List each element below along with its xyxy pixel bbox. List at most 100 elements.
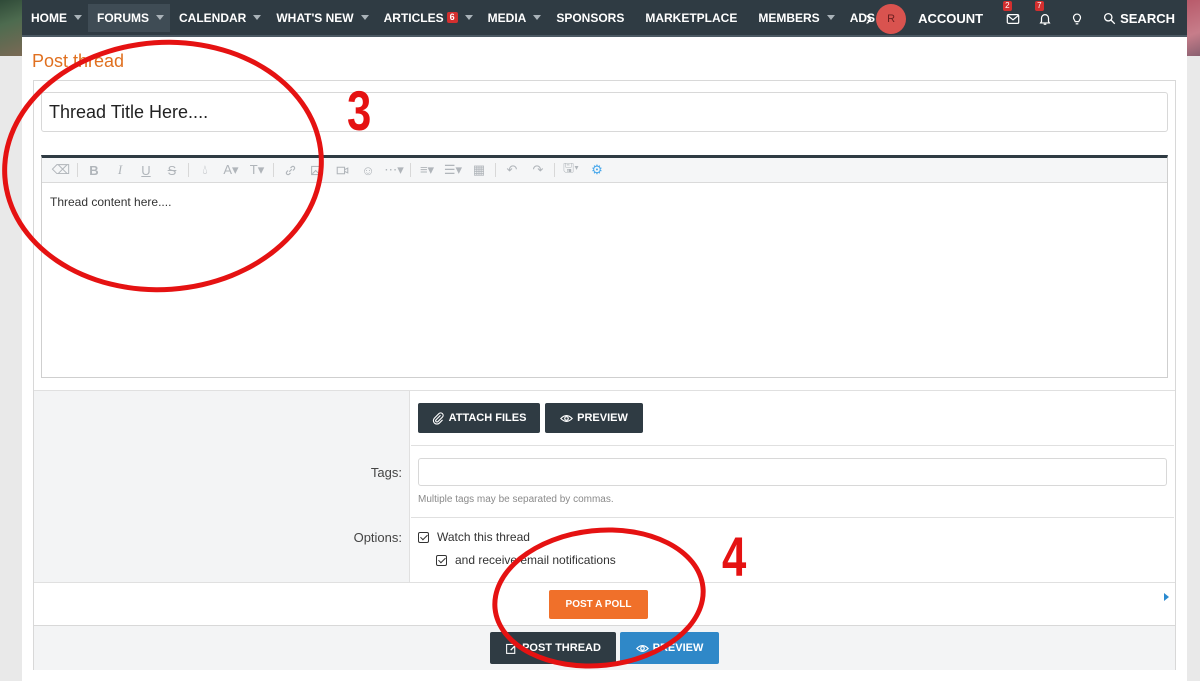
page-title: Post thread	[32, 51, 125, 71]
divider	[411, 445, 1174, 446]
options-label: Options:	[353, 530, 402, 545]
search-button[interactable]: SEARCH	[1103, 11, 1175, 26]
chevron-down-icon[interactable]	[360, 15, 369, 20]
alerts-button[interactable]: 7	[1035, 0, 1053, 27]
italic-icon[interactable]: I	[107, 160, 133, 180]
toolbar-separator	[188, 163, 189, 177]
link-icon[interactable]	[277, 160, 303, 180]
more-options-icon[interactable]: ⋯▾	[381, 160, 407, 180]
post-thread-form: Thread Title Here.... ⌫ B I U S 💧︎ A▾ T▾…	[33, 80, 1176, 670]
checkbox-checked-icon	[436, 554, 447, 566]
nav-label: FORUMS	[97, 10, 149, 25]
underline-icon[interactable]: U	[133, 160, 159, 180]
nav-home[interactable]: HOME	[22, 4, 88, 32]
chevron-down-icon[interactable]	[253, 15, 262, 20]
nav-whats-new[interactable]: WHAT'S NEW	[267, 4, 374, 32]
nav-label: WHAT'S NEW	[276, 10, 354, 25]
attach-files-button[interactable]: ATTACH FILES	[418, 403, 540, 433]
alerts-badge: 7	[1035, 0, 1044, 11]
toolbar-separator	[554, 163, 555, 177]
undo-icon[interactable]: ↶	[499, 160, 525, 180]
lightbulb-icon	[1073, 13, 1082, 24]
gear-icon[interactable]: ⚙︎	[584, 160, 610, 180]
nav-label: MEDIA	[487, 10, 527, 25]
tags-input[interactable]	[418, 458, 1167, 486]
nav-forums[interactable]: FORUMS	[88, 3, 170, 32]
nav-calendar[interactable]: CALENDAR	[170, 4, 267, 32]
nav-label: HOME	[31, 10, 67, 25]
video-glyph	[336, 166, 348, 174]
background-image	[0, 0, 22, 56]
account-link[interactable]: ACCOUNT	[918, 11, 983, 26]
font-size-icon[interactable]: T▾	[244, 160, 270, 180]
align-icon[interactable]: ≡▾	[414, 160, 440, 180]
email-notifications-checkbox[interactable]: and receive email notifications	[436, 553, 616, 567]
preview-button[interactable]: PREVIEW	[545, 403, 643, 433]
watch-thread-checkbox[interactable]: Watch this thread	[418, 530, 530, 544]
search-label: SEARCH	[1120, 11, 1175, 26]
eye-icon	[560, 414, 574, 422]
divider	[411, 517, 1174, 518]
thread-title-input[interactable]: Thread Title Here....	[41, 92, 1168, 132]
style-toggle-button[interactable]	[1069, 11, 1085, 27]
bold-icon[interactable]: B	[81, 160, 107, 180]
tags-label: Tags:	[370, 465, 402, 480]
chevron-down-icon[interactable]	[464, 15, 473, 20]
avatar[interactable]: R	[876, 3, 907, 34]
nav-marketplace[interactable]: MARKETPLACE	[636, 4, 749, 32]
nav-sponsors[interactable]: SPONSORS	[547, 4, 636, 32]
post-a-poll-button[interactable]: POST A POLL	[549, 590, 648, 619]
chevron-right-icon[interactable]: ›	[865, 9, 872, 29]
right-background-strip	[1187, 0, 1200, 681]
strikethrough-icon[interactable]: S	[159, 160, 185, 180]
nav-members[interactable]: MEMBERS	[749, 4, 840, 32]
chevron-down-icon[interactable]	[74, 15, 82, 20]
toolbar-separator	[410, 163, 411, 177]
articles-badge: 6	[446, 12, 458, 23]
edit-icon	[506, 643, 517, 654]
toolbar-separator	[495, 163, 496, 177]
background-image	[1187, 0, 1200, 56]
search-icon	[1104, 12, 1116, 25]
text-color-icon[interactable]: 💧︎	[192, 160, 218, 180]
nav-label: ARTICLES	[383, 10, 444, 25]
font-family-icon[interactable]: A▾	[218, 160, 244, 180]
nav-user-area: › R ACCOUNT 2 7 SEARCH	[863, 0, 1187, 37]
page-content: Post thread Thread Title Here.... ⌫ B I …	[22, 37, 1187, 681]
nav-label: MARKETPLACE	[645, 10, 738, 25]
rich-text-editor: ⌫ B I U S 💧︎ A▾ T▾ ☺︎ ⋯▾ ≡▾ ☰▾ ▦ ↶ ↷ 🖫︎▾…	[41, 155, 1168, 378]
nav-label: MEMBERS	[758, 10, 820, 25]
image-icon[interactable]	[303, 160, 329, 180]
table-icon[interactable]: ▦	[466, 160, 492, 180]
redo-icon[interactable]: ↷	[525, 160, 551, 180]
eraser-icon[interactable]: ⌫	[48, 160, 74, 180]
nav-label: CALENDAR	[179, 10, 247, 25]
editor-content[interactable]: Thread content here....	[42, 183, 1167, 221]
chevron-down-icon[interactable]	[533, 15, 542, 20]
label-column	[34, 391, 410, 583]
preview-submit-label: PREVIEW	[652, 642, 704, 654]
eye-icon	[635, 644, 649, 652]
preview-label: PREVIEW	[577, 412, 628, 424]
chevron-down-icon[interactable]	[826, 15, 835, 20]
drafts-icon[interactable]: 🖫︎▾	[558, 160, 584, 180]
watch-thread-label: Watch this thread	[437, 530, 530, 544]
left-background-strip	[0, 0, 22, 681]
caret-right-icon[interactable]	[1164, 593, 1169, 601]
checkbox-checked-icon	[418, 531, 429, 543]
preview-submit-button[interactable]: PREVIEW	[620, 632, 719, 664]
post-thread-button[interactable]: POST THREAD	[490, 632, 616, 664]
editor-toolbar: ⌫ B I U S 💧︎ A▾ T▾ ☺︎ ⋯▾ ≡▾ ☰▾ ▦ ↶ ↷ 🖫︎▾…	[42, 158, 1167, 183]
inbox-button[interactable]: 2	[1003, 0, 1021, 27]
nav-articles[interactable]: ARTICLES 6	[375, 4, 479, 32]
form-options: ATTACH FILES PREVIEW Tags: Multiple tags…	[34, 390, 1175, 583]
paperclip-icon	[432, 411, 444, 425]
toolbar-separator	[77, 163, 78, 177]
post-thread-label: POST THREAD	[522, 642, 601, 654]
smiley-icon[interactable]: ☺︎	[355, 160, 381, 180]
video-icon[interactable]	[329, 160, 355, 180]
nav-media[interactable]: MEDIA	[479, 4, 548, 32]
chevron-down-icon[interactable]	[156, 15, 164, 20]
list-icon[interactable]: ☰▾	[440, 160, 466, 180]
bell-icon	[1039, 13, 1051, 25]
